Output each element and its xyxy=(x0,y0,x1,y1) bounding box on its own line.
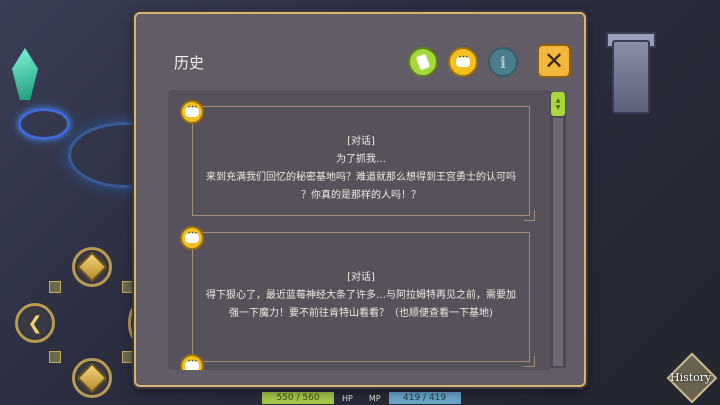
entry-line: 得下狠心了，最近蓝莓神经大条了许多…与阿拉姆特再见之前，需要加 xyxy=(206,290,516,301)
panel-title: 历史 xyxy=(174,54,205,72)
magic-circle xyxy=(18,108,70,140)
entry-text: [对话] 得下狠心了，最近蓝莓神经大条了许多…与阿拉姆特再见之前，需要加 强一下… xyxy=(193,269,529,323)
dpad-left-button[interactable]: ❮ xyxy=(15,303,55,343)
entry-tag: [对话] xyxy=(347,136,375,147)
hp-label: HP xyxy=(342,393,353,403)
crystal-decoration xyxy=(12,48,38,100)
status-bar: 550 / 560 HP MP 419 / 419 xyxy=(262,391,461,405)
hp-bar: 550 / 560 xyxy=(262,392,334,404)
entry-line: 强一下魔力！要不前往肯特山看看？（也顺便查看一下基地) xyxy=(229,308,493,319)
history-button[interactable]: History xyxy=(666,352,720,404)
scroll-thumb[interactable]: ▲ ▼ xyxy=(551,92,565,116)
entry-line: ？你真的是那样的人吗！？ xyxy=(301,190,421,201)
history-entry: [对话] 得下狠心了，最近蓝莓神经大条了许多…与阿拉姆特再见之前，需要加 强一下… xyxy=(187,227,535,367)
entry-tag: [对话] xyxy=(347,272,375,283)
scroll-track xyxy=(553,118,563,366)
log-icon xyxy=(415,53,431,71)
chat-badge xyxy=(180,226,204,250)
entry-text: [对话] 为了抓我… 来到充满我们回忆的秘密基地吗？难道就那么想得到王宫勇士的认… xyxy=(193,133,529,205)
mp-label: MP xyxy=(368,393,381,403)
chevron-up-icon: ▲ xyxy=(555,97,561,104)
chat-icon xyxy=(456,54,470,67)
log-filter-button[interactable] xyxy=(408,47,438,77)
dpad-up-icon xyxy=(76,251,108,283)
history-entry: [对话] 为了抓我… 来到充满我们回忆的秘密基地吗？难道就那么想得到王宫勇士的认… xyxy=(187,101,535,221)
chevron-down-icon: ▼ xyxy=(555,104,561,111)
dpad-down-button[interactable] xyxy=(72,358,112,398)
chat-icon xyxy=(185,230,199,243)
dpad-down-icon xyxy=(76,362,108,394)
history-list[interactable]: [对话] 为了抓我… 来到充满我们回忆的秘密基地吗？难道就那么想得到王宫勇士的认… xyxy=(168,90,550,370)
chat-badge xyxy=(180,100,204,124)
scrollbar[interactable]: ▲ ▼ xyxy=(550,92,566,368)
entry-line: 为了抓我… xyxy=(336,154,386,165)
chat-icon xyxy=(185,358,199,370)
history-label: History xyxy=(670,371,712,384)
dpad-corner xyxy=(122,351,134,363)
dpad-up-button[interactable] xyxy=(72,247,112,287)
chat-filter-button[interactable] xyxy=(448,47,478,77)
info-button[interactable]: i xyxy=(488,47,518,77)
chat-icon xyxy=(185,104,199,117)
dpad-left-icon: ❮ xyxy=(27,312,43,334)
entry-line: 来到充满我们回忆的秘密基地吗？难道就那么想得到王宫勇士的认可吗 xyxy=(206,172,516,183)
history-panel: 历史 i ✕ [对话] 为了抓我… 来到充满我们回忆的秘密基地吗？难道就那么想得… xyxy=(134,12,586,387)
stone-pillar xyxy=(612,40,650,114)
dpad-corner xyxy=(49,351,61,363)
info-icon: i xyxy=(499,52,507,72)
close-button[interactable]: ✕ xyxy=(537,44,571,78)
dpad-corner xyxy=(49,281,61,293)
dpad-corner xyxy=(122,281,134,293)
close-icon: ✕ xyxy=(543,47,565,75)
mp-bar: 419 / 419 xyxy=(388,392,461,404)
